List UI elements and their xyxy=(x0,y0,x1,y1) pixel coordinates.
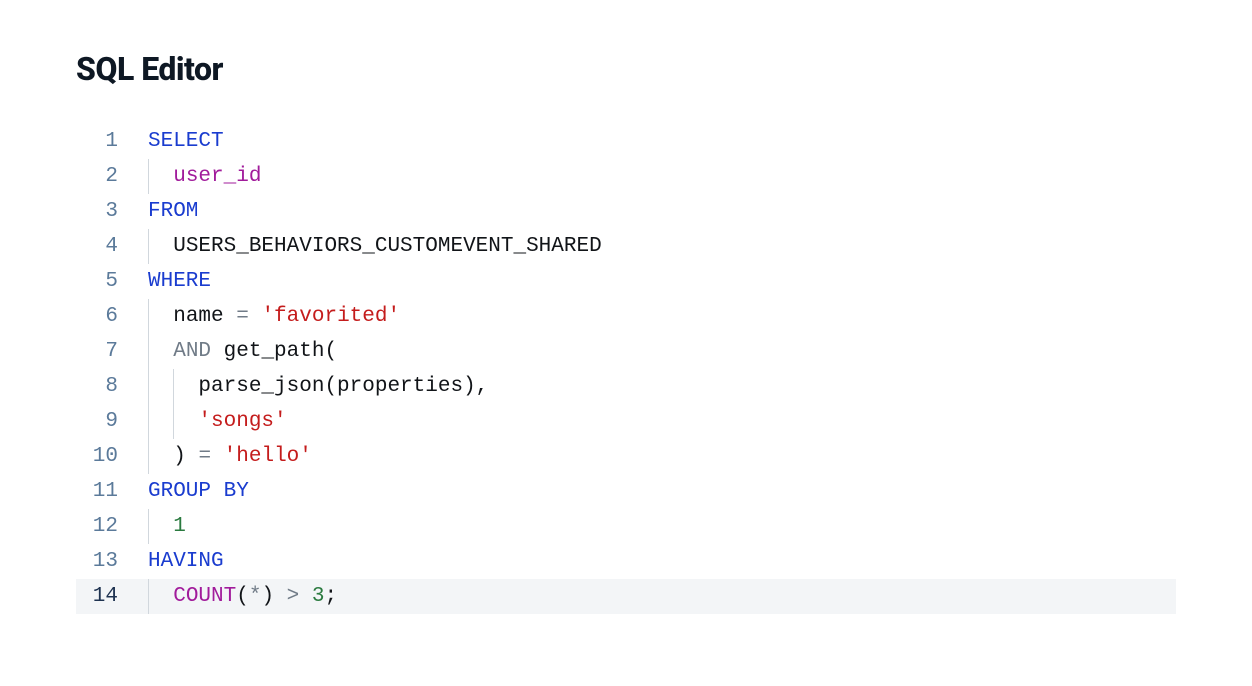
code-content[interactable]: HAVING xyxy=(148,544,1176,579)
token-kw: SELECT xyxy=(148,130,224,153)
token-txt: parse_json(properties), xyxy=(198,375,488,398)
code-line[interactable]: 11GROUP BY xyxy=(76,474,1176,509)
token-txt: ; xyxy=(325,585,338,608)
code-content[interactable]: 1 xyxy=(148,509,1176,544)
code-line[interactable]: 6 name = 'favorited' xyxy=(76,299,1176,334)
line-number: 5 xyxy=(76,264,148,299)
line-number: 11 xyxy=(76,474,148,509)
code-line[interactable]: 9 'songs' xyxy=(76,404,1176,439)
indent-guide xyxy=(148,334,149,369)
indent-guide xyxy=(148,404,149,439)
token-txt: ( xyxy=(236,585,249,608)
code-line[interactable]: 1SELECT xyxy=(76,124,1176,159)
token-func: COUNT xyxy=(173,585,236,608)
code-line[interactable]: 4 USERS_BEHAVIORS_CUSTOMEVENT_SHARED xyxy=(76,229,1176,264)
token-kw: HAVING xyxy=(148,550,224,573)
token-num: 1 xyxy=(173,515,186,538)
code-content[interactable]: FROM xyxy=(148,194,1176,229)
code-content[interactable]: parse_json(properties), xyxy=(148,369,1176,404)
indent-guide xyxy=(148,159,149,194)
code-line[interactable]: 10 ) = 'hello' xyxy=(76,439,1176,474)
code-content[interactable]: AND get_path( xyxy=(148,334,1176,369)
indent-guide xyxy=(148,579,149,614)
token-txt xyxy=(249,305,262,328)
line-number: 3 xyxy=(76,194,148,229)
token-txt: ) xyxy=(173,445,198,468)
token-op: AND xyxy=(173,340,211,363)
token-op: > xyxy=(287,585,300,608)
indent-guide xyxy=(173,404,174,439)
line-number: 6 xyxy=(76,299,148,334)
code-line[interactable]: 14 COUNT(*) > 3; xyxy=(76,579,1176,614)
line-number: 10 xyxy=(76,439,148,474)
code-content[interactable]: user_id xyxy=(148,159,1176,194)
code-content[interactable]: COUNT(*) > 3; xyxy=(148,579,1176,614)
page-title: SQL Editor xyxy=(76,50,1176,88)
token-star: * xyxy=(249,585,262,608)
token-txt: name xyxy=(173,305,236,328)
line-number: 13 xyxy=(76,544,148,579)
token-op: = xyxy=(198,445,211,468)
token-str: 'hello' xyxy=(224,445,312,468)
line-number: 12 xyxy=(76,509,148,544)
token-kw: GROUP BY xyxy=(148,480,249,503)
indent-guide xyxy=(148,509,149,544)
indent-guide xyxy=(173,369,174,404)
code-content[interactable]: USERS_BEHAVIORS_CUSTOMEVENT_SHARED xyxy=(148,229,1176,264)
code-content[interactable]: GROUP BY xyxy=(148,474,1176,509)
indent-guide xyxy=(148,369,149,404)
token-str: 'favorited' xyxy=(261,305,400,328)
indent-guide xyxy=(148,299,149,334)
line-number: 2 xyxy=(76,159,148,194)
token-kw: FROM xyxy=(148,200,198,223)
code-line[interactable]: 3FROM xyxy=(76,194,1176,229)
line-number: 9 xyxy=(76,404,148,439)
token-txt xyxy=(211,445,224,468)
code-content[interactable]: WHERE xyxy=(148,264,1176,299)
token-num: 3 xyxy=(312,585,325,608)
code-content[interactable]: ) = 'hello' xyxy=(148,439,1176,474)
code-content[interactable]: SELECT xyxy=(148,124,1176,159)
line-number: 4 xyxy=(76,229,148,264)
indent-guide xyxy=(148,439,149,474)
token-txt: USERS_BEHAVIORS_CUSTOMEVENT_SHARED xyxy=(173,235,601,258)
token-txt xyxy=(299,585,312,608)
token-str: 'songs' xyxy=(198,410,286,433)
line-number: 7 xyxy=(76,334,148,369)
token-kw: WHERE xyxy=(148,270,211,293)
sql-editor[interactable]: 1SELECT2 user_id3FROM4 USERS_BEHAVIORS_C… xyxy=(76,124,1176,614)
code-line[interactable]: 7 AND get_path( xyxy=(76,334,1176,369)
code-line[interactable]: 2 user_id xyxy=(76,159,1176,194)
code-line[interactable]: 5WHERE xyxy=(76,264,1176,299)
code-content[interactable]: name = 'favorited' xyxy=(148,299,1176,334)
line-number: 8 xyxy=(76,369,148,404)
indent-guide xyxy=(148,229,149,264)
code-line[interactable]: 12 1 xyxy=(76,509,1176,544)
token-op: = xyxy=(236,305,249,328)
line-number: 14 xyxy=(76,579,148,614)
token-txt: get_path( xyxy=(211,340,337,363)
token-txt: ) xyxy=(261,585,286,608)
code-line[interactable]: 13HAVING xyxy=(76,544,1176,579)
code-content[interactable]: 'songs' xyxy=(148,404,1176,439)
token-ident: user_id xyxy=(173,165,261,188)
code-line[interactable]: 8 parse_json(properties), xyxy=(76,369,1176,404)
line-number: 1 xyxy=(76,124,148,159)
